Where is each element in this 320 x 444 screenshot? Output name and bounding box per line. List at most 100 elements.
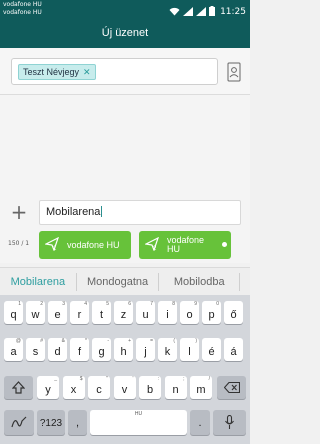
key-alt-label: 6 — [128, 301, 131, 307]
key-label: f — [77, 346, 82, 358]
status-bar: vodafone HU vodafone HU 11:25 — [0, 0, 250, 20]
key-z[interactable]: 6z — [114, 301, 133, 324]
key-é[interactable]: é — [202, 338, 221, 361]
key-l[interactable]: ) l — [180, 338, 199, 361]
key-label: z — [120, 309, 127, 321]
message-input[interactable]: Mobilarena — [39, 200, 241, 225]
divider — [239, 272, 241, 291]
key-alt-label: " — [106, 376, 108, 382]
key-alt-label: 7 — [150, 301, 153, 307]
key-j[interactable]: = j — [136, 338, 155, 361]
key-alt-label: 3 — [62, 301, 65, 307]
key-e[interactable]: 3e — [48, 301, 67, 324]
period-key[interactable]: . — [190, 410, 210, 435]
key-w[interactable]: 2w — [26, 301, 45, 324]
handwriting-icon — [11, 416, 27, 428]
key-d[interactable]: & d — [48, 338, 67, 361]
key-alt-label: 4 — [84, 301, 87, 307]
key-label: l — [188, 346, 191, 358]
key-u[interactable]: 7u — [136, 301, 155, 324]
space-key[interactable]: HU — [90, 410, 187, 435]
key-label: q — [10, 309, 17, 321]
suggestion-item[interactable]: Mobilarena — [0, 268, 76, 296]
key-alt-label: 5 — [106, 301, 109, 307]
key-label: n — [172, 384, 179, 396]
key-t[interactable]: 5t — [92, 301, 111, 324]
key-m[interactable]: / m — [190, 376, 212, 399]
key-alt-label: : — [157, 376, 159, 382]
send-sim2-button[interactable]: 2 vodafone HU — [139, 231, 231, 259]
key-i[interactable]: 8i — [158, 301, 177, 324]
recipient-chip-label: Teszt Névjegy — [23, 67, 80, 77]
key-alt-label: ) — [195, 338, 197, 344]
key-a[interactable]: @ a — [4, 338, 23, 361]
key-alt-label: 0 — [216, 301, 219, 307]
key-alt-label: ; — [183, 376, 185, 382]
comma-key[interactable]: , — [68, 410, 87, 435]
key-label: a — [10, 346, 17, 358]
clock: 11:25 — [220, 7, 246, 17]
key-label: , — [75, 417, 80, 429]
suggestion-bar: Mobilarena Mondogatna Mobilodba — [0, 267, 250, 295]
key-alt-label: ' — [132, 376, 134, 382]
backspace-icon — [224, 382, 240, 393]
remove-recipient-icon[interactable]: ✕ — [83, 65, 91, 79]
key-x[interactable]: $ x — [62, 376, 85, 399]
key-s[interactable]: # s — [26, 338, 45, 361]
key-á[interactable]: á — [224, 338, 243, 361]
message-text: Mobilarena — [46, 206, 101, 218]
key-h[interactable]: + h — [114, 338, 133, 361]
key-label: d — [54, 346, 61, 358]
key-label: é — [208, 346, 215, 358]
backspace-key[interactable] — [217, 376, 246, 399]
key-label: . — [198, 417, 202, 429]
key-alt-label: _ — [54, 376, 57, 382]
key-v[interactable]: ' v — [113, 376, 136, 399]
recipient-area: Teszt Névjegy ✕ — [0, 48, 250, 95]
key-label: t — [99, 309, 104, 321]
text-cursor — [101, 206, 103, 217]
recipient-input[interactable]: Teszt Névjegy ✕ — [11, 58, 218, 85]
key-g[interactable]: -g — [92, 338, 111, 361]
key-r[interactable]: 4r — [70, 301, 89, 324]
key-alt-label: & — [61, 338, 65, 344]
suggestion-item[interactable]: Mobilodba — [159, 268, 239, 296]
key-y[interactable]: _ y — [37, 376, 59, 399]
key-label: k — [164, 346, 171, 358]
key-ő[interactable]: ő — [224, 301, 243, 324]
key-label: o — [186, 309, 193, 321]
key-label: g — [98, 346, 105, 358]
key-k[interactable]: (k — [158, 338, 177, 361]
key-p[interactable]: 0p — [202, 301, 221, 324]
symbols-label: ?123 — [39, 418, 63, 429]
carrier-1: vodafone HU — [3, 1, 42, 8]
key-alt-label: * — [85, 338, 87, 344]
key-q[interactable]: 1q — [4, 301, 23, 324]
conversation-area — [0, 95, 250, 199]
recipient-chip[interactable]: Teszt Névjegy ✕ — [18, 64, 96, 80]
symbols-key[interactable]: ?123 — [37, 410, 65, 435]
selected-indicator — [222, 242, 227, 247]
key-o[interactable]: 9o — [180, 301, 199, 324]
key-label: v — [121, 384, 128, 396]
key-label: e — [54, 309, 61, 321]
key-n[interactable]: ; n — [164, 376, 187, 399]
send-sim1-button[interactable]: 1 vodafone HU — [39, 231, 131, 259]
send-sim1-label: vodafone HU — [67, 239, 120, 250]
key-b[interactable]: :b — [139, 376, 161, 399]
handwriting-key[interactable] — [4, 410, 34, 435]
suggestion-item[interactable]: Mondogatna — [77, 268, 159, 296]
voice-input-key[interactable] — [213, 410, 246, 435]
key-f[interactable]: * f — [70, 338, 89, 361]
attach-button[interactable]: + — [10, 202, 28, 222]
key-label: i — [166, 309, 169, 321]
key-label: m — [196, 384, 206, 396]
shift-key[interactable] — [4, 376, 33, 399]
contact-picker-icon[interactable] — [227, 62, 241, 82]
carrier-labels: vodafone HU vodafone HU — [3, 1, 42, 17]
microphone-icon — [225, 415, 234, 429]
status-icons: 11:25 — [169, 3, 246, 21]
sim-number: 2 — [153, 246, 157, 252]
key-label: j — [144, 346, 147, 358]
key-c[interactable]: " c — [88, 376, 110, 399]
